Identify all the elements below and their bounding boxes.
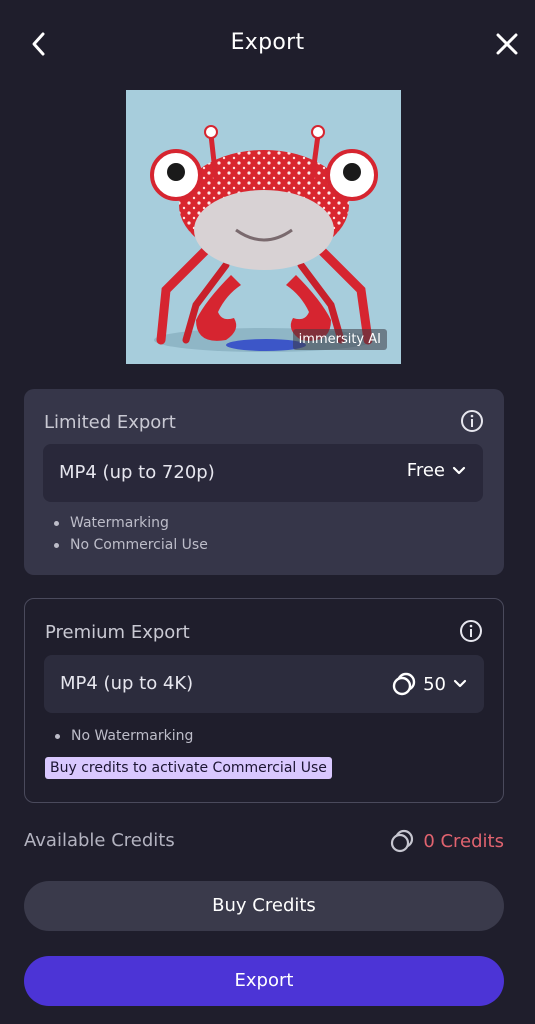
image-preview: immersity AI — [126, 90, 401, 364]
limited-export-card[interactable]: Limited Export MP4 (up to 720p) Free Wat… — [24, 389, 504, 575]
chevron-down-icon — [452, 466, 466, 474]
limited-feature-list: Watermarking No Commercial Use — [54, 512, 208, 556]
info-icon[interactable] — [460, 409, 484, 433]
available-credits-label: Available Credits — [24, 830, 175, 851]
close-button[interactable] — [495, 30, 519, 58]
watermark-badge: immersity AI — [292, 329, 387, 350]
premium-feature-list: No Watermarking — [55, 725, 193, 747]
limited-export-title: Limited Export — [44, 412, 176, 433]
page-title: Export — [230, 30, 305, 55]
premium-export-title: Premium Export — [45, 622, 190, 643]
info-icon[interactable] — [459, 619, 483, 643]
chevron-down-icon — [453, 679, 467, 688]
credits-count: 0 Credits — [423, 830, 504, 852]
crab-image — [126, 90, 401, 364]
limited-format-label: MP4 (up to 720p) — [59, 462, 215, 483]
list-item: Watermarking — [54, 512, 208, 534]
premium-format-label: MP4 (up to 4K) — [60, 673, 194, 694]
premium-price-label: 50 — [423, 673, 446, 695]
close-icon — [496, 33, 518, 55]
limited-price: Free — [407, 460, 467, 481]
credits-coin-icon — [391, 829, 414, 853]
list-item: No Commercial Use — [54, 534, 208, 556]
credits-coin-icon — [392, 672, 416, 696]
list-item: No Watermarking — [55, 725, 193, 747]
available-credits-row: Available Credits 0 Credits — [24, 828, 504, 856]
commercial-use-badge: Buy credits to activate Commercial Use — [45, 757, 332, 779]
export-button[interactable]: Export — [24, 956, 504, 1006]
available-credits-value: 0 Credits — [389, 828, 504, 854]
premium-price: 50 — [391, 671, 468, 697]
buy-credits-button[interactable]: Buy Credits — [24, 881, 504, 931]
premium-format-select[interactable]: MP4 (up to 4K) 50 — [44, 655, 484, 713]
limited-format-select[interactable]: MP4 (up to 720p) Free — [43, 444, 483, 502]
premium-export-card[interactable]: Premium Export MP4 (up to 4K) 50 No Wate… — [24, 598, 504, 803]
header: Export — [0, 0, 535, 90]
limited-price-label: Free — [406, 460, 445, 481]
